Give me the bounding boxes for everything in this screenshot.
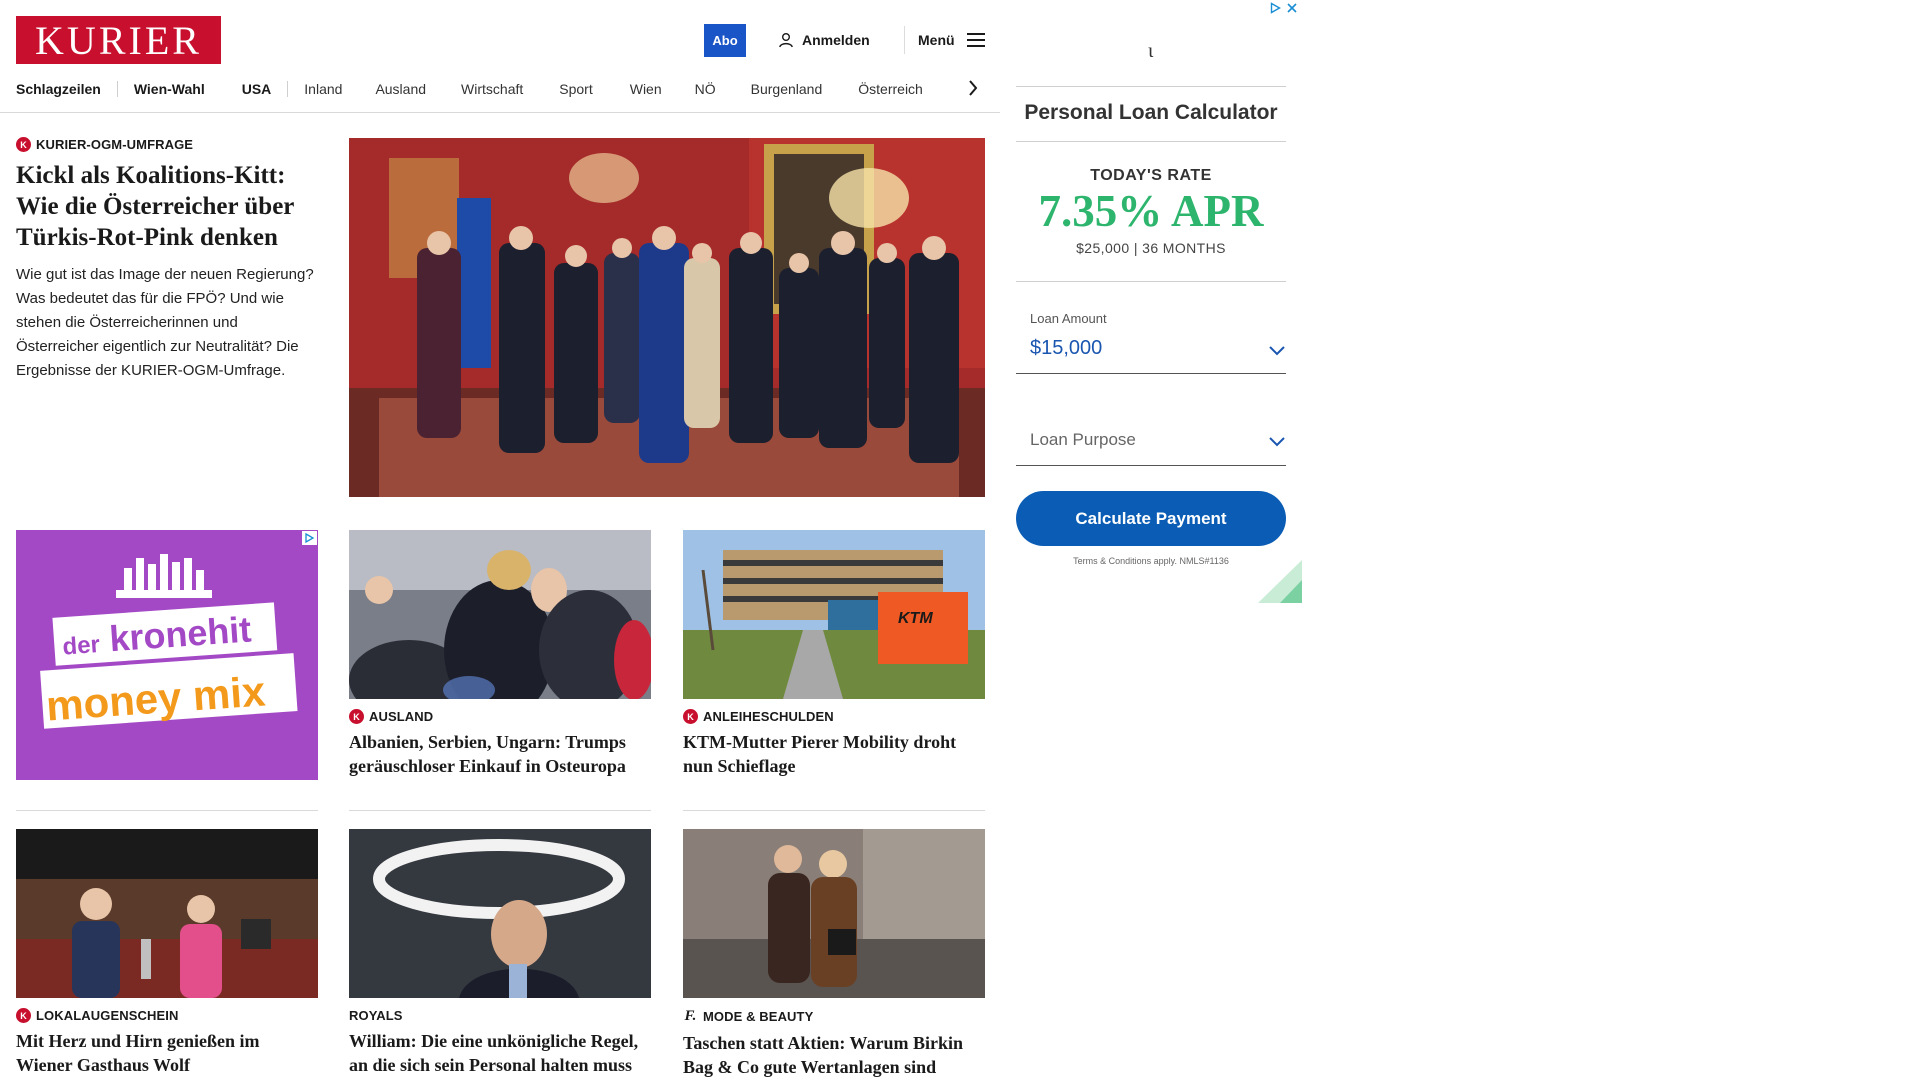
article-photo[interactable]: KTM [683, 530, 985, 699]
card-divider [16, 810, 318, 811]
nav-item-usa[interactable]: USA [242, 81, 272, 97]
kurier-plus-icon: K [16, 137, 31, 152]
user-icon [779, 33, 793, 48]
adchoices-icon[interactable] [302, 531, 317, 545]
ad-divider [1016, 86, 1286, 87]
calculate-payment-button[interactable]: Calculate Payment [1016, 491, 1286, 546]
nav-separator [287, 81, 289, 97]
chevron-down-icon[interactable] [1268, 345, 1286, 357]
photo-illustration [16, 829, 318, 998]
hamburger-icon [966, 33, 985, 47]
article-photo[interactable] [683, 829, 985, 998]
lead-photo-government[interactable] [349, 138, 985, 497]
freizeit-icon: f. [684, 1008, 697, 1024]
kurier-logo[interactable]: KURIER [16, 16, 221, 64]
kicker-label: AUSLAND [369, 709, 434, 724]
article-photo[interactable] [349, 829, 651, 998]
nav-item-burgenland[interactable]: Burgenland [751, 81, 823, 97]
article-kicker: K KURIER-OGM-UMFRAGE [16, 137, 321, 152]
article-headline[interactable]: KTM-Mutter Pierer Mobility droht nun Sch… [683, 730, 985, 778]
article-headline[interactable]: Taschen statt Aktien: Warum Birkin Bag &… [683, 1031, 985, 1079]
ad-terms: Terms & Conditions apply. NMLS#1136 [1073, 556, 1229, 566]
loan-amount-select[interactable]: $15,000 [1030, 337, 1102, 360]
article-photo[interactable] [16, 829, 318, 998]
text-cursor-icon: ι [1148, 40, 1154, 62]
ad-controls[interactable] [1270, 2, 1297, 14]
lead-article[interactable]: K KURIER-OGM-UMFRAGE Kickl als Koalition… [16, 137, 321, 383]
nav-separator [116, 81, 118, 97]
login-label: Anmelden [802, 32, 870, 48]
photo-illustration [683, 530, 985, 699]
kurier-plus-icon: K [349, 709, 364, 724]
lead-headline[interactable]: Kickl als Koalitions-Kitt: Wie die Öster… [16, 160, 321, 253]
kicker-label: KURIER-OGM-UMFRAGE [36, 137, 194, 152]
ad-divider [1016, 281, 1286, 282]
kurier-plus-icon: K [16, 1008, 31, 1023]
photo-illustration [349, 138, 985, 497]
menu-label: Menü [918, 32, 955, 48]
photo-illustration [349, 829, 651, 998]
chevron-right-icon [969, 80, 978, 96]
nav-item-inland[interactable]: Inland [304, 81, 342, 97]
nav-item-schlagzeilen[interactable]: Schlagzeilen [16, 81, 101, 97]
nav-item-wien-wahl[interactable]: Wien-Wahl [134, 81, 205, 97]
kicker-label: ROYALS [349, 1008, 403, 1023]
article-card-mode-beauty[interactable]: f. MODE & BEAUTY Taschen statt Aktien: W… [683, 829, 985, 1079]
article-kicker: f. MODE & BEAUTY [683, 1008, 985, 1025]
field-underline [1016, 373, 1286, 374]
ad-text-kronehit: kronehit [108, 608, 253, 660]
article-kicker: K ANLEIHESCHULDEN [683, 709, 985, 724]
kurier-plus-icon: K [683, 709, 698, 724]
lead-teaser: Wie gut ist das Image der neuen Regierun… [16, 266, 314, 379]
nav-item-ausland[interactable]: Ausland [375, 81, 426, 97]
nav-item-sport[interactable]: Sport [559, 81, 592, 97]
nav-bottom-border [0, 112, 1000, 113]
ktm-sign-text: KTM [898, 610, 933, 627]
adchoices-triangle-icon[interactable] [1270, 2, 1281, 14]
article-photo[interactable] [349, 530, 651, 699]
loan-amount-label: Loan Amount [1030, 311, 1107, 326]
field-underline [1016, 465, 1286, 466]
article-card-royals[interactable]: ROYALS William: Die eine unkönigliche Re… [349, 829, 651, 1077]
chevron-down-icon[interactable] [1268, 436, 1286, 448]
ad-text-der: der [61, 631, 101, 661]
menu-button[interactable]: Menü [918, 29, 985, 51]
article-card-anleiheschulden[interactable]: KTM K ANLEIHESCHULDEN KTM-Mutter Pierer … [683, 530, 985, 778]
article-headline[interactable]: William: Die eine unkönigliche Regel, an… [349, 1029, 651, 1077]
section-nav: Schlagzeilen Wien-Wahl USA Inland Auslan… [16, 78, 986, 100]
nav-item-noe[interactable]: NÖ [695, 81, 716, 97]
header-divider [904, 26, 905, 54]
card-divider [349, 810, 651, 811]
article-card-ausland[interactable]: K AUSLAND Albanien, Serbien, Ungarn: Tru… [349, 530, 651, 778]
article-headline[interactable]: Albanien, Serbien, Ungarn: Trumps geräus… [349, 730, 651, 778]
nav-item-wirtschaft[interactable]: Wirtschaft [461, 81, 523, 97]
kicker-label: LOKALAUGENSCHEIN [36, 1008, 179, 1023]
kronehit-ad-banner[interactable]: der kronehit money mix [16, 530, 318, 780]
close-ad-icon[interactable] [1287, 3, 1297, 13]
ad-corner-decoration [1258, 560, 1302, 603]
nav-scroll-right-button[interactable] [968, 76, 984, 100]
ad-title: Personal Loan Calculator [1024, 101, 1278, 124]
kicker-label: MODE & BEAUTY [703, 1009, 814, 1024]
card-divider [683, 810, 985, 811]
article-kicker: K AUSLAND [349, 709, 651, 724]
nav-item-oesterreich[interactable]: Österreich [858, 81, 923, 97]
photo-illustration [683, 829, 985, 998]
login-link[interactable]: Anmelden [778, 29, 870, 51]
article-kicker: K LOKALAUGENSCHEIN [16, 1008, 318, 1023]
kicker-label: ANLEIHESCHULDEN [703, 709, 834, 724]
loan-purpose-select[interactable]: Loan Purpose [1030, 430, 1136, 450]
rate-terms: $25,000 | 36 MONTHS [1076, 240, 1226, 256]
article-headline[interactable]: Mit Herz und Hirn genießen im Wiener Gas… [16, 1029, 318, 1077]
rate-label: TODAY'S RATE [1090, 167, 1212, 184]
ad-divider [1016, 141, 1286, 142]
photo-illustration [349, 530, 651, 699]
abo-button[interactable]: Abo [704, 24, 746, 57]
article-kicker: ROYALS [349, 1008, 651, 1023]
article-card-lokalaugenschein[interactable]: K LOKALAUGENSCHEIN Mit Herz und Hirn gen… [16, 829, 318, 1077]
nav-item-wien[interactable]: Wien [630, 81, 662, 97]
rate-value: 7.35% APR [1038, 186, 1264, 236]
